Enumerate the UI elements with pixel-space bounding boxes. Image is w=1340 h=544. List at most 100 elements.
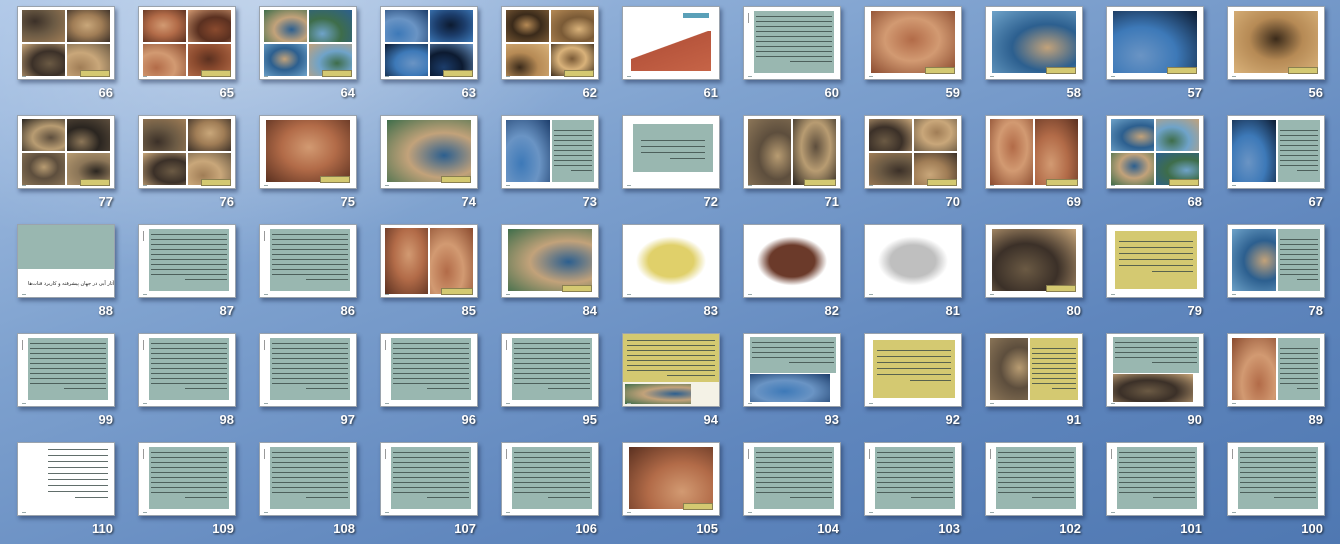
slide-thumbnail-69[interactable]: 69 <box>985 115 1083 213</box>
slide-preview[interactable] <box>1106 333 1204 407</box>
slide-preview[interactable] <box>1227 333 1325 407</box>
slide-thumbnail-66[interactable]: 66 <box>17 6 115 104</box>
slide-thumbnail-97[interactable]: 97 <box>259 333 357 431</box>
slide-thumbnail-109[interactable]: 109 <box>138 442 236 540</box>
slide-preview[interactable] <box>259 6 357 80</box>
slide-preview[interactable] <box>501 6 599 80</box>
slide-thumbnail-102[interactable]: 102 <box>985 442 1083 540</box>
slide-preview[interactable] <box>1106 115 1204 189</box>
slide-thumbnail-101[interactable]: 101 <box>1106 442 1204 540</box>
slide-thumbnail-84[interactable]: 84 <box>501 224 599 322</box>
slide-preview[interactable] <box>380 442 478 516</box>
slide-thumbnail-80[interactable]: 80 <box>985 224 1083 322</box>
slide-thumbnail-57[interactable]: 57 <box>1106 6 1204 104</box>
slide-preview[interactable] <box>138 224 236 298</box>
slide-thumbnail-70[interactable]: 70 <box>864 115 962 213</box>
slide-preview[interactable] <box>743 115 841 189</box>
slide-preview[interactable] <box>985 115 1083 189</box>
slide-preview[interactable] <box>138 442 236 516</box>
slide-thumbnail-93[interactable]: 93 <box>743 333 841 431</box>
slide-thumbnail-83[interactable]: 83 <box>622 224 720 322</box>
slide-thumbnail-86[interactable]: 86 <box>259 224 357 322</box>
slide-thumbnail-76[interactable]: 76 <box>138 115 236 213</box>
slide-thumbnail-56[interactable]: 56 <box>1227 6 1325 104</box>
slide-thumbnail-98[interactable]: 98 <box>138 333 236 431</box>
slide-preview[interactable] <box>743 442 841 516</box>
slide-preview[interactable] <box>985 224 1083 298</box>
slide-thumbnail-87[interactable]: 87 <box>138 224 236 322</box>
slide-thumbnail-82[interactable]: 82 <box>743 224 841 322</box>
slide-preview[interactable] <box>864 333 962 407</box>
slide-preview[interactable] <box>259 115 357 189</box>
slide-preview[interactable] <box>1106 224 1204 298</box>
slide-thumbnail-105[interactable]: 105 <box>622 442 720 540</box>
slide-thumbnail-75[interactable]: 75 <box>259 115 357 213</box>
slide-thumbnail-71[interactable]: 71 <box>743 115 841 213</box>
slide-preview[interactable] <box>622 442 720 516</box>
slide-thumbnail-74[interactable]: 74 <box>380 115 478 213</box>
slide-preview[interactable] <box>864 224 962 298</box>
slide-thumbnail-88[interactable]: آثار آبی در جهان پیشرفته و کاربرد قنات‌ه… <box>17 224 115 322</box>
slide-preview[interactable] <box>864 6 962 80</box>
slide-thumbnail-92[interactable]: 92 <box>864 333 962 431</box>
slide-thumbnail-110[interactable]: 110 <box>17 442 115 540</box>
slide-preview[interactable] <box>743 6 841 80</box>
slide-thumbnail-68[interactable]: 68 <box>1106 115 1204 213</box>
slide-thumbnail-96[interactable]: 96 <box>380 333 478 431</box>
slide-thumbnail-108[interactable]: 108 <box>259 442 357 540</box>
slide-preview[interactable] <box>17 442 115 516</box>
slide-preview[interactable] <box>501 224 599 298</box>
slide-preview[interactable] <box>138 333 236 407</box>
slide-preview[interactable] <box>17 333 115 407</box>
slide-thumbnail-106[interactable]: 106 <box>501 442 599 540</box>
slide-preview[interactable] <box>138 115 236 189</box>
slide-thumbnail-65[interactable]: 65 <box>138 6 236 104</box>
slide-preview[interactable] <box>259 442 357 516</box>
slide-preview[interactable] <box>501 442 599 516</box>
slide-thumbnail-58[interactable]: 58 <box>985 6 1083 104</box>
slide-thumbnail-99[interactable]: 99 <box>17 333 115 431</box>
slide-preview[interactable] <box>1227 442 1325 516</box>
slide-thumbnail-73[interactable]: 73 <box>501 115 599 213</box>
slide-thumbnail-95[interactable]: 95 <box>501 333 599 431</box>
slide-preview[interactable] <box>622 6 720 80</box>
slide-thumbnail-62[interactable]: 62 <box>501 6 599 104</box>
slide-thumbnail-91[interactable]: 91 <box>985 333 1083 431</box>
slide-preview[interactable] <box>743 224 841 298</box>
slide-thumbnail-72[interactable]: 72 <box>622 115 720 213</box>
slide-preview[interactable] <box>501 115 599 189</box>
slide-preview[interactable] <box>985 333 1083 407</box>
slide-preview[interactable] <box>985 442 1083 516</box>
slide-thumbnail-79[interactable]: 79 <box>1106 224 1204 322</box>
slide-thumbnail-89[interactable]: 89 <box>1227 333 1325 431</box>
slide-preview[interactable] <box>1227 224 1325 298</box>
slide-preview[interactable] <box>259 224 357 298</box>
slide-thumbnail-103[interactable]: 103 <box>864 442 962 540</box>
slide-preview[interactable] <box>138 6 236 80</box>
slide-thumbnail-64[interactable]: 64 <box>259 6 357 104</box>
slide-thumbnail-77[interactable]: 77 <box>17 115 115 213</box>
slide-preview[interactable] <box>622 115 720 189</box>
slide-thumbnail-63[interactable]: 63 <box>380 6 478 104</box>
slide-thumbnail-60[interactable]: 60 <box>743 6 841 104</box>
slide-preview[interactable] <box>622 224 720 298</box>
slide-preview[interactable] <box>380 115 478 189</box>
slide-preview[interactable] <box>380 6 478 80</box>
slide-thumbnail-100[interactable]: 100 <box>1227 442 1325 540</box>
slide-preview[interactable] <box>380 224 478 298</box>
slide-preview[interactable] <box>1227 115 1325 189</box>
slide-preview[interactable]: آثار آبی در جهان پیشرفته و کاربرد قنات‌ه… <box>17 224 115 298</box>
slide-preview[interactable] <box>864 115 962 189</box>
slide-preview[interactable] <box>622 333 720 407</box>
slide-preview[interactable] <box>1227 6 1325 80</box>
slide-preview[interactable] <box>17 6 115 80</box>
slide-thumbnail-59[interactable]: 59 <box>864 6 962 104</box>
slide-preview[interactable] <box>259 333 357 407</box>
slide-preview[interactable] <box>985 6 1083 80</box>
slide-preview[interactable] <box>380 333 478 407</box>
slide-thumbnail-85[interactable]: 85 <box>380 224 478 322</box>
slide-preview[interactable] <box>864 442 962 516</box>
slide-thumbnail-61[interactable]: 61 <box>622 6 720 104</box>
slide-preview[interactable] <box>501 333 599 407</box>
slide-thumbnail-107[interactable]: 107 <box>380 442 478 540</box>
